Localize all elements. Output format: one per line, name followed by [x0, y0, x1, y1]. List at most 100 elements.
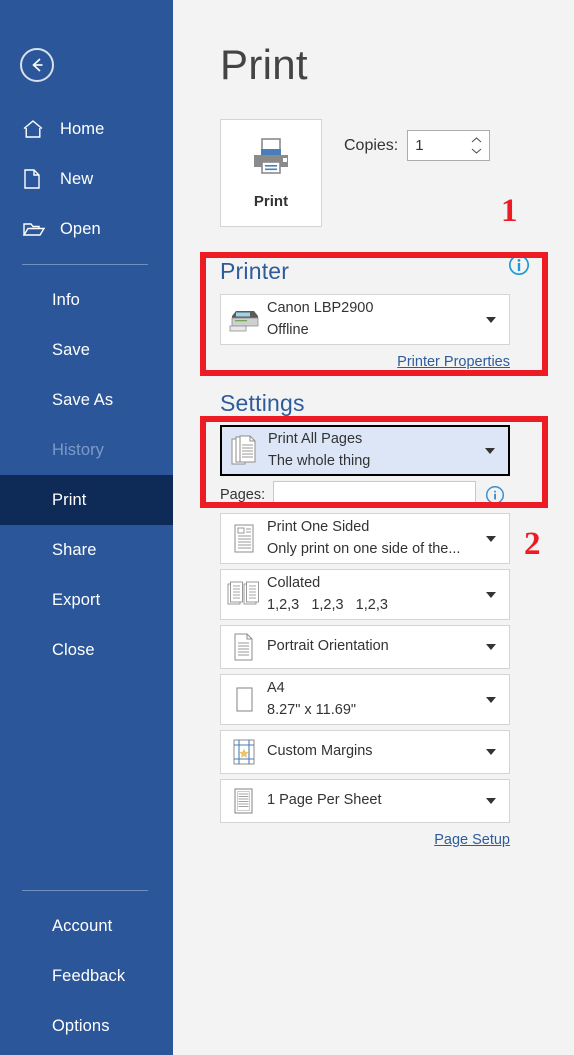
print-backstage-screen: Home New Open Info Save Save As History … [0, 0, 574, 1055]
sidebar-item-share[interactable]: Share [0, 525, 173, 575]
margins-select[interactable]: Custom Margins [220, 730, 510, 774]
print-all-pages-icon [222, 427, 268, 474]
sidebar-item-export[interactable]: Export [0, 575, 173, 625]
pages-per-sheet-title: 1 Page Per Sheet [267, 792, 382, 809]
new-document-icon [22, 166, 52, 192]
orientation-title: Portrait Orientation [267, 638, 389, 655]
sidebar-item-history: History [0, 425, 173, 475]
sidebar-item-account[interactable]: Account [0, 901, 173, 951]
portrait-icon [221, 626, 267, 668]
sidebar-item-save-as[interactable]: Save As [0, 375, 173, 425]
margins-title: Custom Margins [267, 743, 373, 760]
chevron-down-icon [471, 148, 482, 154]
sidebar-item-label: Options [52, 1016, 110, 1035]
printer-select[interactable]: Canon LBP2900 Offline [220, 294, 510, 345]
printer-status: Offline [267, 321, 309, 338]
printer-large-icon [249, 136, 293, 181]
sidebar-item-label: Save [52, 340, 91, 359]
sidebar-item-label: Feedback [52, 966, 126, 985]
sidebar-divider-bottom [22, 890, 148, 891]
chevron-up-icon [471, 137, 482, 143]
collation-select[interactable]: Collated 1,2,3 1,2,3 1,2,3 [220, 569, 510, 620]
chevron-down-icon[interactable] [486, 798, 496, 804]
paper-size-title: A4 [267, 680, 285, 697]
duplex-select[interactable]: Print One Sided Only print on one side o… [220, 513, 510, 564]
chevron-down-icon[interactable] [486, 696, 496, 703]
collation-text: Collated 1,2,3 1,2,3 1,2,3 [267, 573, 388, 615]
sidebar-item-new[interactable]: New [0, 154, 173, 204]
backstage-sidebar: Home New Open Info Save Save As History … [0, 0, 173, 1055]
printer-properties-row: Printer Properties [220, 353, 510, 371]
printer-properties-link[interactable]: Printer Properties [397, 354, 510, 370]
sidebar-nav: Home New Open Info Save Save As History … [0, 104, 173, 675]
sidebar-item-label: Open [60, 219, 101, 238]
settings-section: Settings Print All Pages The whole thing… [220, 390, 520, 849]
back-arrow-icon [32, 58, 43, 72]
page-title: Print [220, 41, 308, 88]
sidebar-item-save[interactable]: Save [0, 325, 173, 375]
chevron-down-icon[interactable] [486, 316, 496, 323]
print-action-row: Print Copies: 1 [220, 119, 574, 227]
print-range-title: Print All Pages [268, 431, 363, 448]
paper-size-text: A4 8.27" x 11.69" [267, 678, 356, 720]
sidebar-item-feedback[interactable]: Feedback [0, 951, 173, 1001]
sidebar-item-label: Save As [52, 390, 114, 409]
printer-section: Printer Canon LBP2900 Offline Printer Pr… [220, 254, 530, 371]
back-button[interactable] [20, 48, 54, 82]
collated-icon [221, 570, 267, 619]
collation-subtitle: 1,2,3 1,2,3 1,2,3 [267, 596, 388, 613]
pages-per-sheet-text: 1 Page Per Sheet [267, 790, 381, 811]
print-button-label: Print [253, 193, 289, 210]
chevron-down-icon[interactable] [485, 447, 495, 454]
chevron-down-icon[interactable] [486, 535, 496, 542]
sidebar-divider-top [22, 264, 148, 265]
print-range-select[interactable]: Print All Pages The whole thing [220, 425, 510, 476]
paper-size-icon [221, 675, 267, 724]
orientation-text: Portrait Orientation [267, 636, 389, 657]
pages-row: Pages: [220, 481, 520, 508]
paper-size-select[interactable]: A4 8.27" x 11.69" [220, 674, 510, 725]
pages-input[interactable] [273, 481, 476, 508]
pages-label: Pages: [220, 486, 266, 503]
help-circle-icon[interactable] [485, 485, 505, 505]
printer-select-text: Canon LBP2900 Offline [267, 298, 373, 340]
settings-section-heading: Settings [220, 390, 305, 416]
info-circle-icon[interactable] [508, 254, 530, 281]
paper-size-subtitle: 8.27" x 11.69" [267, 701, 357, 718]
page-setup-link[interactable]: Page Setup [434, 832, 510, 848]
printer-name: Canon LBP2900 [267, 300, 374, 317]
sidebar-item-info[interactable]: Info [0, 275, 173, 325]
pages-per-sheet-select[interactable]: 1 Page Per Sheet [220, 779, 510, 823]
sidebar-item-options[interactable]: Options [0, 1001, 173, 1051]
copies-stepper[interactable]: 1 [407, 130, 491, 161]
sidebar-item-close[interactable]: Close [0, 625, 173, 675]
duplex-title: Print One Sided [267, 519, 370, 536]
margins-icon [221, 731, 267, 773]
sidebar-item-label: History [52, 440, 105, 459]
copies-label: Copies: [344, 136, 399, 154]
print-range-subtitle: The whole thing [268, 452, 371, 469]
chevron-down-icon[interactable] [486, 749, 496, 755]
sidebar-item-label: Share [52, 540, 97, 559]
orientation-select[interactable]: Portrait Orientation [220, 625, 510, 669]
sidebar-item-label: Home [60, 119, 105, 138]
chevron-down-icon[interactable] [486, 644, 496, 650]
copies-spinner-arrows[interactable] [471, 131, 482, 160]
copies-control: Copies: 1 [344, 130, 491, 161]
sidebar-item-home[interactable]: Home [0, 104, 173, 154]
copies-value[interactable]: 1 [408, 137, 423, 154]
printer-section-heading: Printer [220, 258, 290, 284]
print-button[interactable]: Print [220, 119, 322, 227]
sidebar-item-label: Export [52, 590, 101, 609]
sidebar-item-label: New [60, 169, 94, 188]
sidebar-item-label: Info [52, 290, 80, 309]
sidebar-nav-bottom: Account Feedback Options [0, 880, 173, 1055]
pages-per-sheet-icon [221, 780, 267, 822]
duplex-subtitle: Only print on one side of the... [267, 540, 461, 557]
sidebar-item-open[interactable]: Open [0, 204, 173, 254]
one-sided-icon [221, 514, 267, 563]
print-range-text: Print All Pages The whole thing [268, 429, 370, 471]
sidebar-item-print[interactable]: Print [0, 475, 173, 525]
chevron-down-icon[interactable] [486, 591, 496, 598]
print-pane: Print Print Copies: 1 Printer Canon LBP2… [173, 0, 574, 1055]
